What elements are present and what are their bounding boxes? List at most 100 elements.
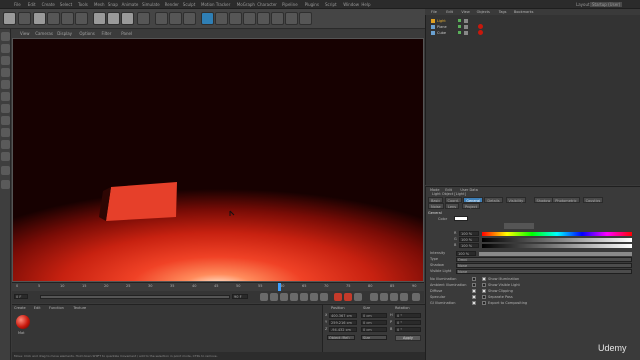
option-checkbox[interactable]: [472, 301, 476, 305]
menu-item-sculpt[interactable]: Sculpt: [183, 2, 196, 7]
menu-item-character[interactable]: Character: [257, 2, 277, 7]
tab-caustics[interactable]: Caustics: [582, 197, 604, 203]
cube-top-face[interactable]: [106, 182, 177, 221]
viewport-menu-view[interactable]: View: [20, 31, 30, 36]
shadow-field[interactable]: None: [456, 263, 632, 268]
snap-icon[interactable]: [1, 140, 10, 149]
menu-item-pipeline[interactable]: Pipeline: [282, 2, 298, 7]
end-frame-field[interactable]: 90 F: [232, 294, 248, 299]
option-checkbox[interactable]: [482, 289, 486, 293]
option-checkbox[interactable]: [472, 283, 476, 287]
menu-item-create[interactable]: Create: [42, 2, 55, 7]
option-checkbox[interactable]: [472, 277, 476, 281]
option-checkbox[interactable]: [472, 289, 476, 293]
tweak-mode-icon[interactable]: [1, 128, 10, 137]
model-mode-icon[interactable]: [1, 44, 10, 53]
size-field[interactable]: 0 cm: [361, 313, 387, 318]
menu-item-tools[interactable]: Tools: [78, 2, 88, 7]
viewport-menu-options[interactable]: Options: [79, 31, 94, 36]
redo-icon[interactable]: [18, 12, 31, 25]
option-checkbox[interactable]: [472, 295, 476, 299]
option-checkbox[interactable]: [482, 283, 486, 287]
locked-workplane-icon[interactable]: [1, 166, 10, 175]
menu-item-edit[interactable]: Edit: [28, 2, 36, 7]
size-field[interactable]: 0 cm: [361, 320, 387, 325]
timeline-layout-icon[interactable]: [412, 293, 420, 301]
object-menu-tags[interactable]: Tags: [499, 10, 507, 14]
rotation-field[interactable]: 0 °: [395, 313, 421, 318]
record-active-objects-icon[interactable]: [334, 293, 342, 301]
color-swatch[interactable]: [454, 216, 468, 221]
object-row[interactable]: Cube: [426, 30, 640, 36]
intensity-field[interactable]: 100 %: [456, 251, 476, 256]
size-mode-dropdown[interactable]: Size: [361, 335, 387, 340]
visibility-dot-icon[interactable]: [458, 19, 461, 22]
current-frame-field[interactable]: 0 F: [14, 294, 28, 299]
render-picture-viewer-icon[interactable]: [169, 12, 182, 25]
menu-item-file[interactable]: File: [14, 2, 21, 7]
option-checkbox[interactable]: [482, 295, 486, 299]
axis-mode-icon[interactable]: [1, 116, 10, 125]
menu-item-render[interactable]: Render: [165, 2, 179, 7]
rotation-field[interactable]: 0 °: [395, 327, 421, 332]
playhead[interactable]: [278, 283, 281, 291]
polygons-mode-icon[interactable]: [1, 104, 10, 113]
x-axis-icon[interactable]: [93, 12, 106, 25]
color-mode-icons[interactable]: [504, 223, 534, 229]
play-icon[interactable]: [290, 293, 298, 301]
menu-item-animate[interactable]: Animate: [122, 2, 139, 7]
tab-visibility[interactable]: Visibility: [505, 197, 527, 203]
menu-item-motion-tracker[interactable]: Motion Tracker: [201, 2, 230, 7]
edges-mode-icon[interactable]: [1, 92, 10, 101]
object-menu-view[interactable]: View: [461, 10, 469, 14]
goto-end-icon[interactable]: [320, 293, 328, 301]
menu-item-help[interactable]: Help: [361, 2, 370, 7]
size-field[interactable]: 0 cm: [361, 327, 387, 332]
object-name[interactable]: Cube: [437, 31, 446, 35]
apply-button[interactable]: Apply: [395, 335, 421, 341]
object-menu-objects[interactable]: Objects: [477, 10, 490, 14]
render-settings-icon[interactable]: [183, 12, 196, 25]
rotation-field[interactable]: 0 °: [395, 320, 421, 325]
camera-icon[interactable]: [285, 12, 298, 25]
tab-lens[interactable]: Lens: [445, 203, 460, 209]
tab-details[interactable]: Details: [484, 197, 503, 203]
menu-item-script[interactable]: Script: [325, 2, 337, 7]
workplane-icon[interactable]: [1, 68, 10, 77]
points-mode-icon[interactable]: [1, 80, 10, 89]
menu-item-mograph[interactable]: MoGraph: [237, 2, 255, 7]
position-key-icon[interactable]: [370, 293, 378, 301]
object-menu-edit[interactable]: Edit: [446, 10, 453, 14]
render-toggle-icon[interactable]: [464, 31, 468, 35]
perspective-viewport[interactable]: [12, 38, 424, 282]
previous-key-icon[interactable]: [270, 293, 278, 301]
material-menu-edit[interactable]: Edit: [34, 306, 41, 310]
make-editable-icon[interactable]: [1, 32, 10, 41]
subdivision-icon[interactable]: [229, 12, 242, 25]
menu-item-mesh[interactable]: Mesh: [94, 2, 105, 7]
move-tool-icon[interactable]: [47, 12, 60, 25]
menu-item-plugins[interactable]: Plugins: [305, 2, 319, 7]
material-menu-function[interactable]: Function: [49, 306, 64, 310]
object-menu-bookmarks[interactable]: Bookmarks: [514, 10, 534, 14]
light-icon[interactable]: [299, 12, 312, 25]
material-menu-texture[interactable]: Texture: [73, 306, 86, 310]
render-toggle-icon[interactable]: [464, 19, 468, 23]
autokeying-icon[interactable]: [344, 293, 352, 301]
next-frame-icon[interactable]: [300, 293, 308, 301]
object-name[interactable]: Plane: [437, 25, 447, 29]
menu-item-snap[interactable]: Snap: [108, 2, 118, 7]
menu-item-window[interactable]: Window: [343, 2, 359, 7]
parameter-key-icon[interactable]: [400, 293, 408, 301]
previous-frame-icon[interactable]: [280, 293, 288, 301]
cube-primitive-icon[interactable]: [201, 12, 214, 25]
planar-workplane-icon[interactable]: [1, 180, 10, 189]
frame-range-slider[interactable]: [40, 295, 230, 299]
array-icon[interactable]: [243, 12, 256, 25]
viewport-menu-filter[interactable]: Filter: [102, 31, 112, 36]
rotate-tool-icon[interactable]: [75, 12, 88, 25]
object-name[interactable]: Light: [437, 19, 446, 23]
menu-item-simulate[interactable]: Simulate: [142, 2, 160, 7]
render-toggle-icon[interactable]: [464, 25, 468, 29]
viewport-menu-cameras[interactable]: Cameras: [35, 31, 53, 36]
